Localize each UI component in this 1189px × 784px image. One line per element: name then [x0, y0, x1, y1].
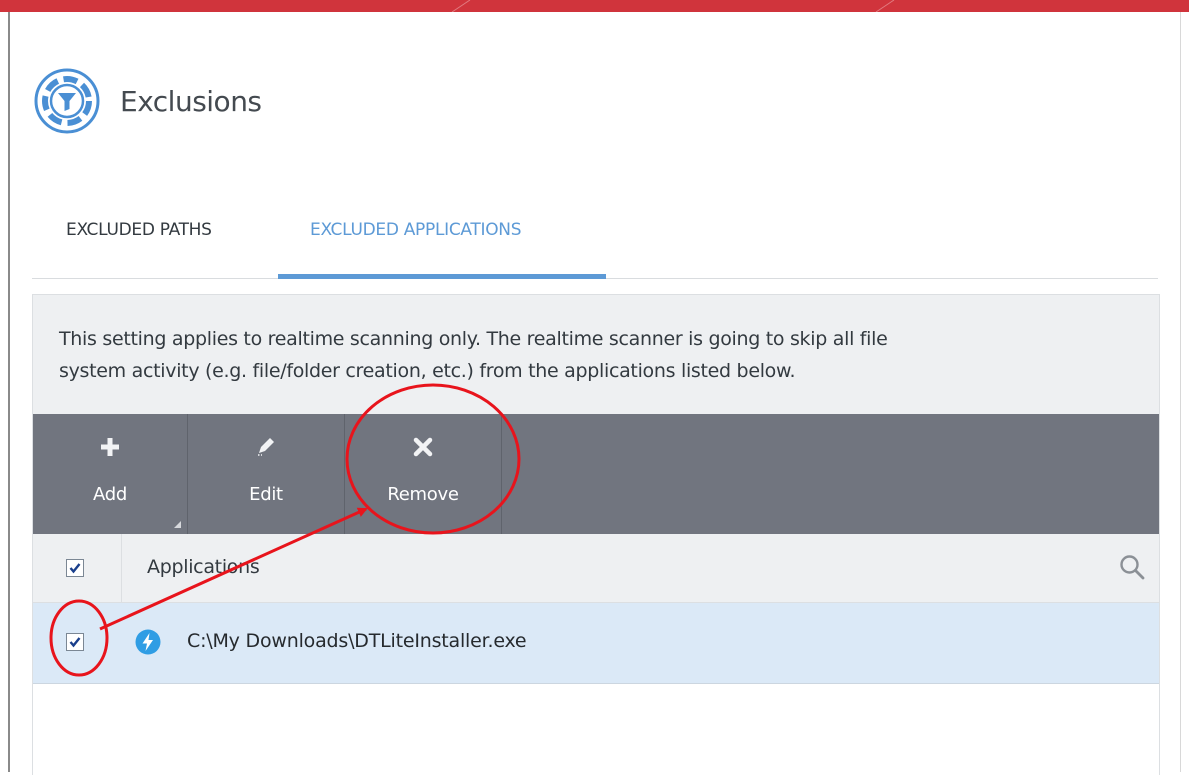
- tab-excluded-paths[interactable]: EXCLUDED PATHS: [32, 208, 272, 278]
- applications-column-header[interactable]: Applications: [147, 556, 260, 578]
- select-all-checkbox[interactable]: [66, 559, 84, 577]
- top-bar-decoration: [451, 0, 895, 12]
- remove-button[interactable]: Remove: [345, 414, 502, 534]
- pencil-icon: [188, 434, 344, 464]
- tab-excluded-applications[interactable]: EXCLUDED APPLICATIONS: [278, 208, 606, 279]
- dropdown-corner-icon: [174, 521, 181, 528]
- application-path: C:\My Downloads\DTLiteInstaller.exe: [187, 630, 527, 652]
- page-header: Exclusions: [32, 66, 262, 136]
- plus-icon: [33, 434, 187, 464]
- page-title: Exclusions: [120, 84, 262, 118]
- remove-button-label: Remove: [387, 484, 459, 505]
- tab-excluded-paths-label: EXCLUDED PATHS: [66, 220, 212, 240]
- description-line-1: This setting applies to realtime scannin…: [59, 328, 888, 350]
- tab-bar: EXCLUDED PATHS EXCLUDED APPLICATIONS: [32, 208, 1158, 279]
- checkmark-icon: [69, 563, 81, 574]
- edit-button-label: Edit: [249, 484, 283, 505]
- add-button[interactable]: Add: [33, 414, 188, 534]
- exclusions-filter-icon: [34, 68, 100, 134]
- select-all-column: [33, 534, 122, 602]
- top-window-bar: [0, 0, 1189, 12]
- checkmark-icon: [69, 637, 81, 648]
- toolbar: Add Edit Remove: [33, 414, 1159, 534]
- table-row[interactable]: C:\My Downloads\DTLiteInstaller.exe: [33, 603, 1159, 684]
- description-text: This setting applies to realtime scannin…: [59, 323, 1139, 387]
- active-tab-indicator: [278, 274, 606, 279]
- add-button-label: Add: [93, 484, 127, 505]
- application-bolt-icon: [135, 629, 161, 655]
- table-header: Applications: [33, 534, 1159, 603]
- row-checkbox[interactable]: [66, 633, 84, 651]
- empty-list-area: [33, 684, 1159, 784]
- x-icon: [345, 434, 501, 464]
- tab-excluded-applications-label: EXCLUDED APPLICATIONS: [310, 220, 522, 240]
- search-icon[interactable]: [1117, 552, 1147, 582]
- exclusions-window: Exclusions EXCLUDED PATHS EXCLUDED APPLI…: [8, 12, 1181, 784]
- description-line-2: system activity (e.g. file/folder creati…: [59, 360, 796, 382]
- applications-panel: This setting applies to realtime scannin…: [32, 294, 1160, 784]
- edit-button[interactable]: Edit: [188, 414, 345, 534]
